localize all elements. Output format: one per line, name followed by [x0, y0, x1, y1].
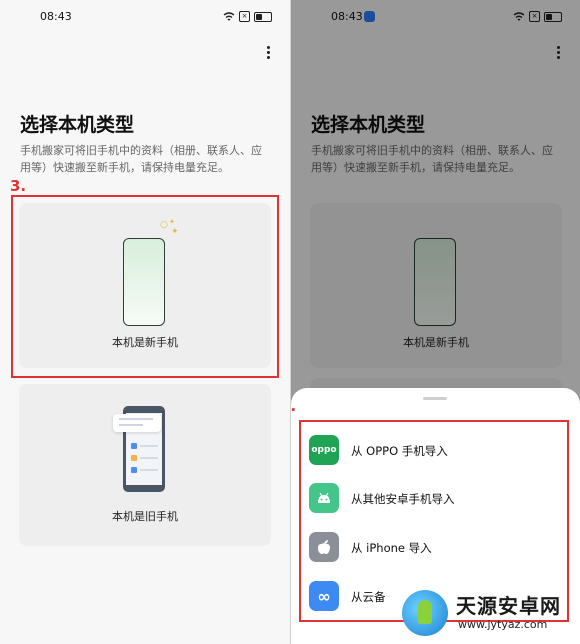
step-marker-3: 3. [10, 177, 27, 195]
battery-icon [254, 11, 272, 22]
transfer-popup-illustration [113, 414, 161, 432]
step-marker-4: 4. [291, 397, 296, 415]
wifi-icon [223, 11, 235, 21]
page-description: 手机搬家可将旧手机中的资料（相册、联系人、应用等）快速搬至新手机，请保持电量充足… [20, 144, 262, 174]
site-watermark: 天源安卓网 www.jytyaz.com [398, 588, 576, 640]
old-phone-card[interactable]: 本机是旧手机 [19, 384, 271, 546]
sim-icon: × [239, 11, 250, 22]
old-phone-label: 本机是旧手机 [112, 510, 178, 523]
status-time: 08:43 [40, 10, 72, 23]
right-screen: 08:43 × 选择本机类型 手机搬家可将旧手机中的资料（相册、联系人、应用等）… [291, 0, 580, 644]
watermark-url: www.jytyaz.com [458, 618, 548, 631]
status-bar: 08:43 × [0, 10, 290, 26]
left-screen: 08:43 × 选择本机类型 手机搬家可将旧手机中的资料（相册、联系人、应用等）… [0, 0, 290, 644]
page-title: 选择本机类型 [20, 114, 135, 136]
watermark-title: 天源安卓网 [456, 594, 561, 618]
sheet-grabber[interactable] [423, 397, 447, 400]
more-options-icon[interactable] [267, 46, 271, 61]
highlight-box-new-phone [11, 195, 279, 378]
watermark-logo-icon [402, 590, 448, 636]
